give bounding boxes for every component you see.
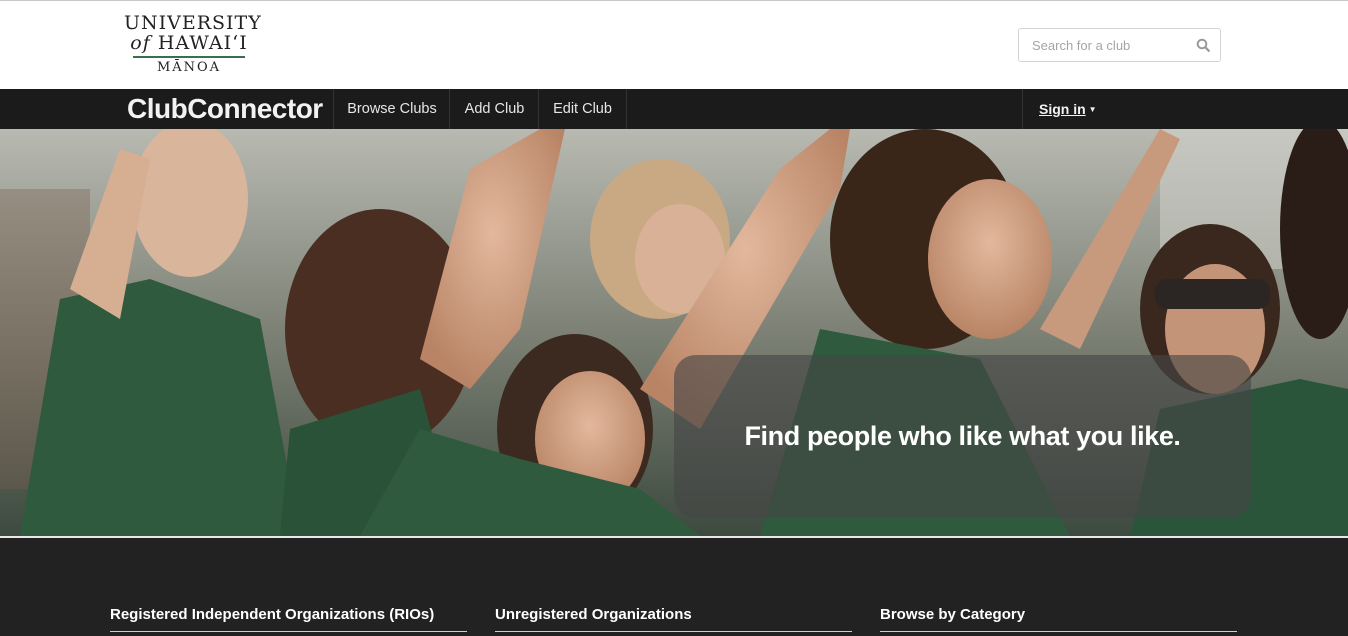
footer-section: Registered Independent Organizations (RI… xyxy=(0,538,1348,636)
logo-line-manoa: MĀNOA xyxy=(156,60,222,75)
logo-line-university: UNIVERSITY xyxy=(124,12,262,34)
logo-line-hawaii: of HAWAI‘I xyxy=(124,33,254,53)
nav-edit-club[interactable]: Edit Club xyxy=(538,89,627,129)
caret-down-icon: ▼ xyxy=(1088,105,1097,114)
nav-add-club[interactable]: Add Club xyxy=(449,89,539,129)
search-input[interactable] xyxy=(1019,29,1189,61)
hero-tagline: Find people who like what you like. xyxy=(744,421,1181,451)
logo-rule xyxy=(133,56,245,58)
rio-heading[interactable]: Registered Independent Organizations (RI… xyxy=(110,606,467,632)
university-logo[interactable]: UNIVERSITY of HAWAI‘I MĀNOA xyxy=(124,12,262,79)
logo-hawaii: HAWAI‘I xyxy=(157,32,248,54)
search-icon[interactable] xyxy=(1196,38,1210,52)
category-heading[interactable]: Browse by Category xyxy=(880,606,1237,632)
site-header: UNIVERSITY of HAWAI‘I MĀNOA xyxy=(0,1,1348,89)
nav-browse-clubs[interactable]: Browse Clubs xyxy=(333,89,450,129)
brand-logo[interactable]: ClubConnector xyxy=(127,92,323,126)
sign-in-label: Sign in xyxy=(1039,101,1086,117)
search-box xyxy=(1018,28,1221,62)
main-navbar: ClubConnector Browse Clubs Add Club Edit… xyxy=(0,89,1348,129)
hero-banner: Find people who like what you like. xyxy=(0,129,1348,536)
sign-in-dropdown[interactable]: Sign in ▼ xyxy=(1022,89,1112,129)
unregistered-heading[interactable]: Unregistered Organizations xyxy=(495,606,852,632)
logo-of: of xyxy=(130,32,151,54)
hero-callout: Find people who like what you like. xyxy=(674,355,1251,518)
